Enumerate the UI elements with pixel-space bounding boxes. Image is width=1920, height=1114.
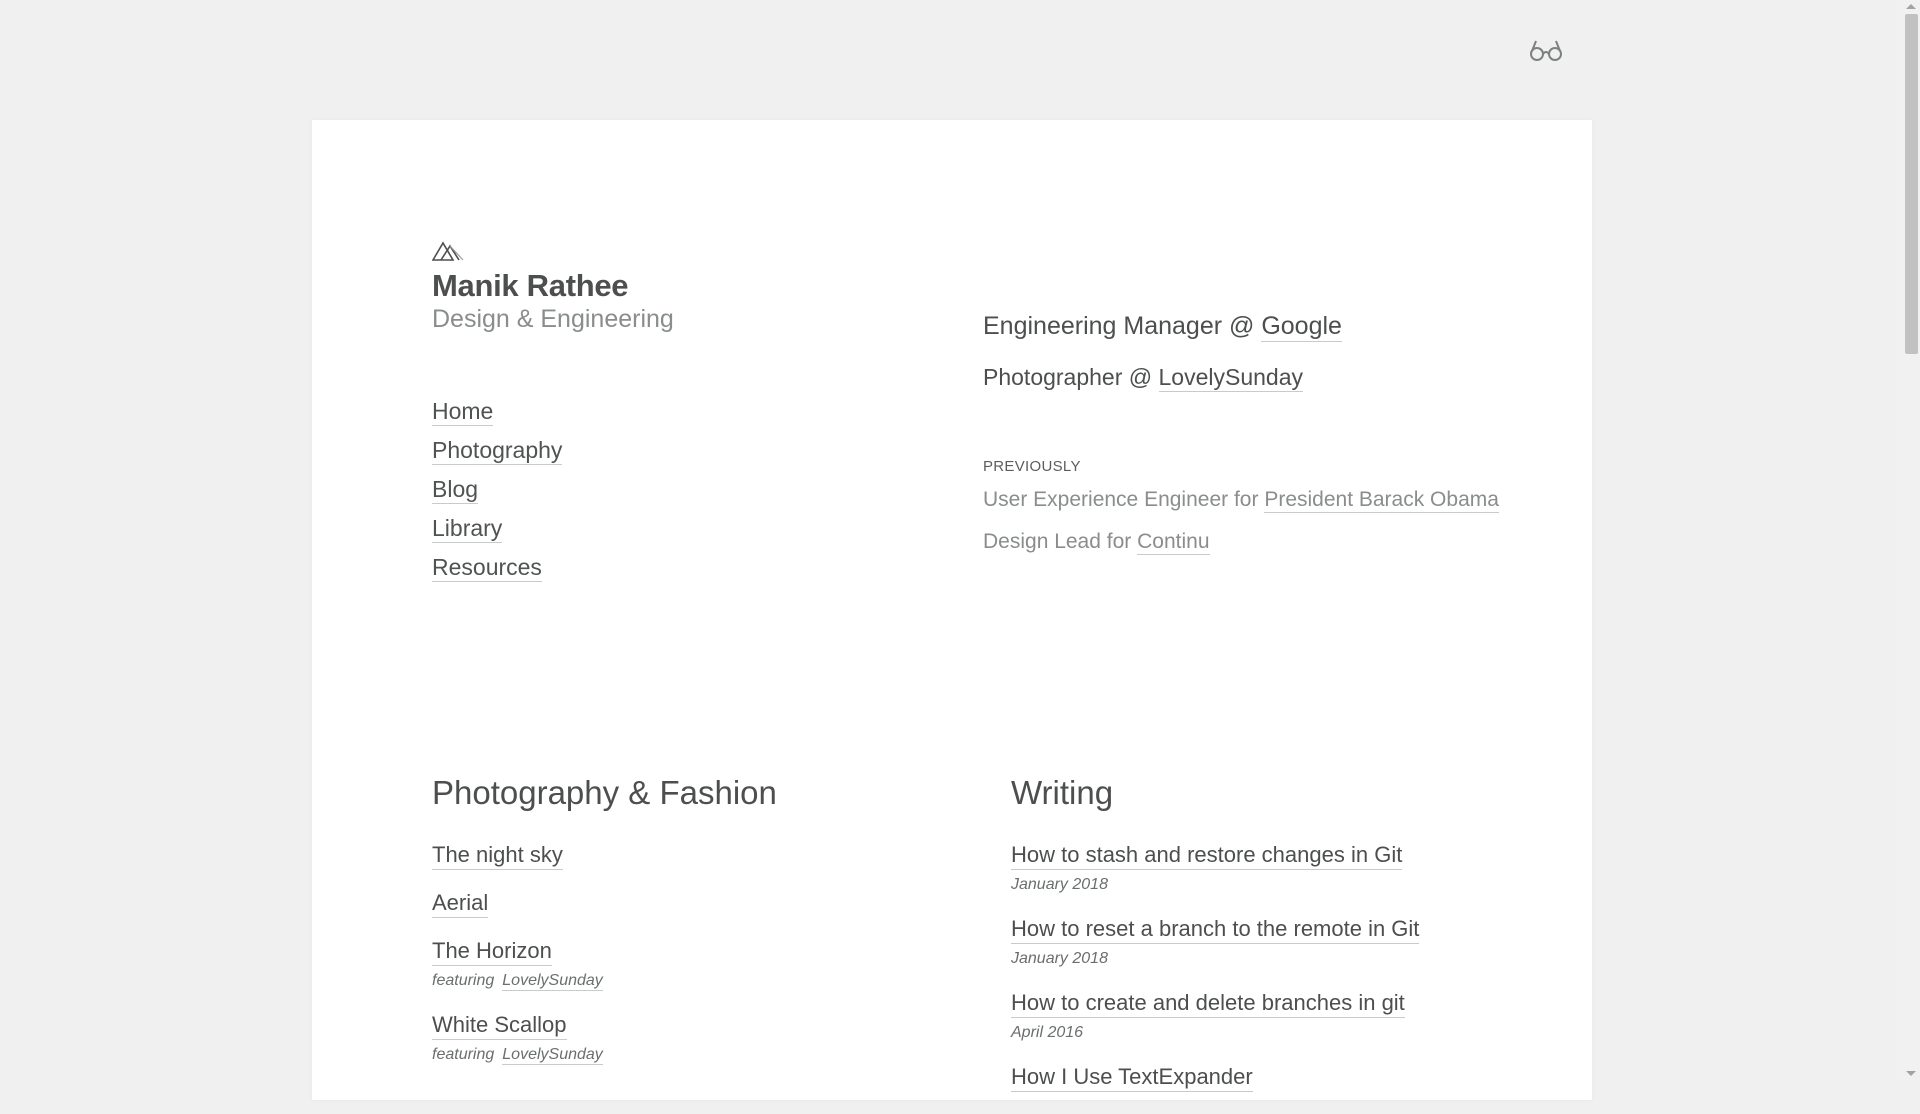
list-item: How to reset a branch to the remote in G… bbox=[1011, 916, 1420, 968]
nav-link-resources[interactable]: Resources bbox=[432, 554, 542, 582]
nav-item-photography: Photography bbox=[432, 437, 563, 476]
previous-role-obama: User Experience Engineer for President B… bbox=[983, 488, 1499, 513]
photo-link-white-scallop[interactable]: White Scallop bbox=[432, 1012, 567, 1040]
list-item: The Horizon featuring LovelySunday bbox=[432, 938, 603, 991]
post-date: January 2018 bbox=[1011, 950, 1108, 967]
google-link[interactable]: Google bbox=[1261, 312, 1342, 342]
featuring-label: featuring bbox=[432, 1046, 495, 1063]
nav-link-photography[interactable]: Photography bbox=[432, 437, 563, 465]
main-nav: Home Photography Blog Library Resources bbox=[432, 398, 563, 593]
content-card: Manik Rathee Design & Engineering Home P… bbox=[312, 120, 1592, 1100]
scroll-up-icon[interactable] bbox=[1906, 4, 1916, 9]
nav-link-home[interactable]: Home bbox=[432, 398, 494, 426]
site-tagline: Design & Engineering bbox=[432, 305, 674, 333]
post-link[interactable]: How to stash and restore changes in Git bbox=[1011, 842, 1403, 870]
nav-link-library[interactable]: Library bbox=[432, 515, 503, 543]
mountain-logo-icon[interactable] bbox=[431, 240, 464, 262]
post-date: January 2018 bbox=[1011, 876, 1108, 893]
post-link[interactable]: How to create and delete branches in git bbox=[1011, 990, 1405, 1018]
writing-list: How to stash and restore changes in Git … bbox=[1011, 842, 1420, 1114]
list-item: Aerial bbox=[432, 890, 603, 918]
list-item: How to stash and restore changes in Git … bbox=[1011, 842, 1419, 894]
glasses-icon[interactable] bbox=[1529, 38, 1563, 64]
photo-link-aerial[interactable]: Aerial bbox=[432, 890, 489, 918]
featuring-link[interactable]: LovelySunday bbox=[502, 1046, 603, 1065]
list-item: How I Use TextExpander bbox=[1011, 1064, 1419, 1092]
site-name[interactable]: Manik Rathee bbox=[432, 268, 629, 304]
previous-role-continu: Design Lead for Continu bbox=[983, 530, 1210, 555]
featuring-label: featuring bbox=[432, 972, 495, 989]
role-text: Photographer @ bbox=[983, 364, 1159, 390]
photo-link-night-sky[interactable]: The night sky bbox=[432, 842, 563, 870]
list-item: The night sky bbox=[432, 842, 603, 870]
list-item: White Scallop featuring LovelySunday bbox=[432, 1012, 603, 1065]
nav-item-blog: Blog bbox=[432, 476, 562, 515]
photo-link-horizon[interactable]: The Horizon bbox=[432, 938, 552, 966]
previously-label: PREVIOUSLY bbox=[983, 458, 1081, 475]
role-text: Design Lead for bbox=[983, 530, 1138, 553]
post-link[interactable]: How to reset a branch to the remote in G… bbox=[1011, 916, 1420, 944]
role-text: Engineering Manager @ bbox=[983, 312, 1262, 340]
scrollbar-thumb[interactable] bbox=[1905, 14, 1918, 354]
post-link[interactable]: How I Use TextExpander bbox=[1011, 1064, 1253, 1092]
current-role-photographer: Photographer @ LovelySunday bbox=[983, 364, 1304, 392]
lovelysunday-link[interactable]: LovelySunday bbox=[1158, 364, 1304, 392]
nav-item-library: Library bbox=[432, 515, 562, 554]
obama-link[interactable]: President Barack Obama bbox=[1264, 488, 1499, 513]
list-item: How to create and delete branches in git… bbox=[1011, 990, 1419, 1042]
photography-list: The night sky Aerial The Horizon featuri… bbox=[432, 842, 603, 1086]
nav-link-blog[interactable]: Blog bbox=[432, 476, 479, 504]
featuring-line: featuring LovelySunday bbox=[432, 1046, 603, 1065]
vertical-scrollbar[interactable] bbox=[1903, 0, 1920, 1080]
post-date: April 2016 bbox=[1011, 1024, 1084, 1041]
nav-item-resources: Resources bbox=[432, 554, 562, 593]
current-role-google: Engineering Manager @ Google bbox=[983, 312, 1342, 342]
photography-section-title: Photography & Fashion bbox=[432, 774, 777, 811]
featuring-link[interactable]: LovelySunday bbox=[502, 972, 603, 991]
writing-section-title: Writing bbox=[1011, 774, 1114, 811]
nav-item-home: Home bbox=[432, 398, 562, 437]
scroll-down-icon[interactable] bbox=[1906, 1071, 1916, 1076]
continu-link[interactable]: Continu bbox=[1137, 530, 1210, 555]
featuring-line: featuring LovelySunday bbox=[432, 972, 603, 991]
role-text: User Experience Engineer for bbox=[983, 488, 1265, 511]
